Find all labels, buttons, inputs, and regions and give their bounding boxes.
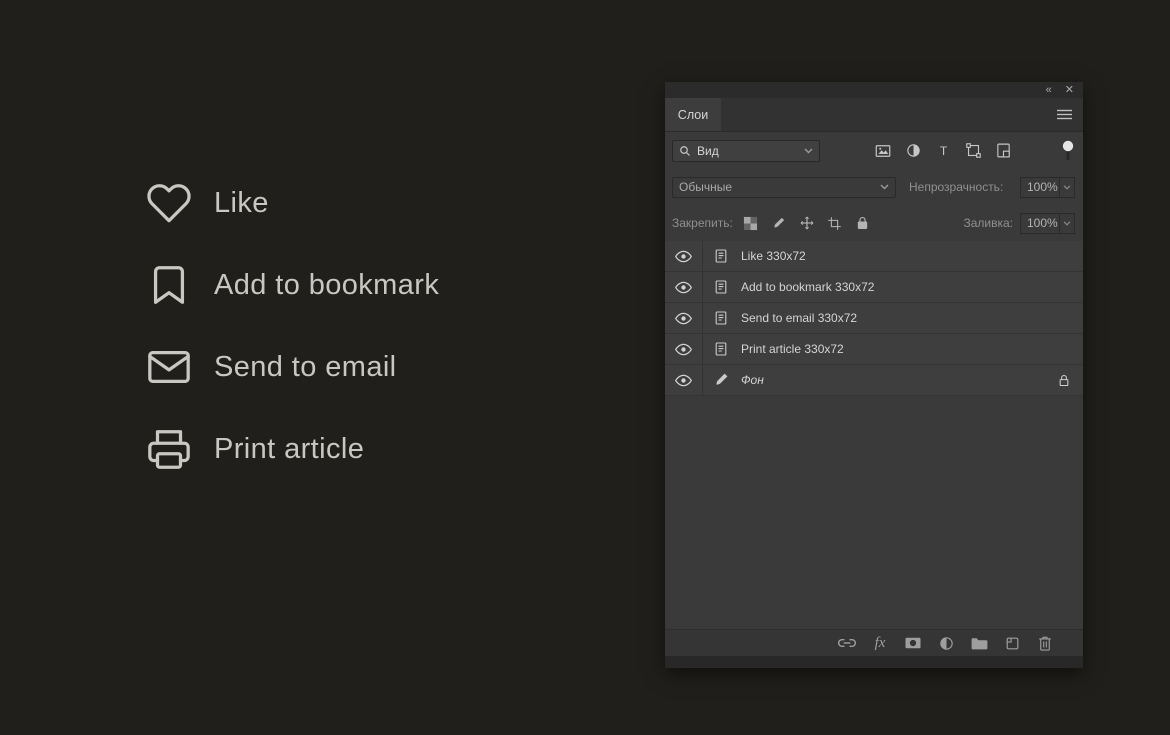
heart-icon: [144, 178, 194, 228]
artboard-item-bookmark: Add to bookmark: [144, 244, 439, 326]
artboard-label: Send to email: [214, 350, 397, 383]
artboard-label: Like: [214, 186, 269, 219]
layers-panel: « ✕ Слои Вид T Обычные Непрозрачность: 1…: [665, 82, 1083, 668]
printer-icon: [144, 424, 194, 474]
delete-layer-trash-icon[interactable]: [1035, 633, 1055, 653]
opacity-control: 100%: [1020, 176, 1075, 198]
layer-name[interactable]: Like 330x72: [741, 249, 806, 263]
smart-object-thumbnail-icon[interactable]: [703, 310, 739, 326]
fill-dropdown-icon[interactable]: [1060, 212, 1075, 234]
panel-titlebar: « ✕: [665, 82, 1083, 98]
layer-row[interactable]: Print article 330x72: [665, 334, 1083, 365]
layer-name[interactable]: Add to bookmark 330x72: [741, 280, 874, 294]
layer-list: Like 330x72 Add to bookmark 330x72 Send …: [665, 241, 1083, 396]
smart-object-thumbnail-icon[interactable]: [703, 341, 739, 357]
layer-name[interactable]: Send to email 330x72: [741, 311, 857, 325]
filter-smart-object-icon[interactable]: [993, 141, 1013, 161]
lock-buttons: [743, 215, 871, 231]
mail-icon: [144, 342, 194, 392]
visibility-eye-icon[interactable]: [665, 334, 703, 364]
lock-transparency-icon[interactable]: [743, 215, 759, 231]
collapse-panel-icon[interactable]: «: [1046, 84, 1052, 96]
visibility-eye-icon[interactable]: [665, 303, 703, 333]
link-layers-icon[interactable]: [837, 633, 857, 653]
layer-row[interactable]: Like 330x72: [665, 241, 1083, 272]
chevron-down-icon: [880, 184, 889, 190]
smart-object-thumbnail-icon[interactable]: [703, 279, 739, 295]
artboard-item-print: Print article: [144, 408, 439, 490]
bookmark-icon: [144, 260, 194, 310]
visibility-eye-icon[interactable]: [665, 365, 703, 395]
layer-row[interactable]: Add to bookmark 330x72: [665, 272, 1083, 303]
layer-name[interactable]: Фон: [741, 373, 764, 387]
fill-control: 100%: [1020, 212, 1075, 234]
lock-row: Закрепить: Заливка: 100%: [665, 205, 1083, 241]
artboard-item-email: Send to email: [144, 326, 439, 408]
filter-kind-icons: T: [873, 141, 1013, 161]
tabbar-spacer: [721, 98, 1045, 131]
filter-shape-layer-icon[interactable]: [963, 141, 983, 161]
visibility-eye-icon[interactable]: [665, 241, 703, 271]
panel-menu-icon[interactable]: [1045, 98, 1083, 131]
add-layer-mask-icon[interactable]: [903, 633, 923, 653]
filtering-toggle[interactable]: [1062, 138, 1074, 164]
new-group-folder-icon[interactable]: [969, 633, 989, 653]
svg-text:T: T: [939, 144, 947, 158]
filter-type-value: Вид: [697, 143, 719, 158]
new-layer-icon[interactable]: [1002, 633, 1022, 653]
close-panel-icon[interactable]: ✕: [1065, 84, 1074, 96]
layer-lock-icon[interactable]: [1058, 374, 1070, 387]
lock-all-icon[interactable]: [855, 215, 871, 231]
lock-pixels-icon[interactable]: [771, 215, 787, 231]
adjustment-layer-icon[interactable]: [936, 633, 956, 653]
panel-resize-edge[interactable]: [665, 656, 1083, 668]
opacity-label: Непрозрачность:: [909, 180, 1004, 194]
artboard-label: Print article: [214, 432, 365, 465]
layer-list-empty-area: [665, 396, 1083, 629]
artboard-item-like: Like: [144, 162, 439, 244]
chevron-down-icon: [804, 148, 813, 154]
photoshop-workspace: Like Add to bookmark Send to email Print…: [0, 0, 1170, 735]
artboard-label: Add to bookmark: [214, 268, 440, 301]
brush-thumbnail-icon[interactable]: [703, 372, 739, 388]
fill-label: Заливка:: [963, 216, 1013, 230]
blend-mode-value: Обычные: [679, 180, 733, 194]
layers-footer-toolbar: fx: [665, 629, 1083, 656]
blend-mode-select[interactable]: Обычные: [672, 176, 896, 198]
filter-adjustment-layer-icon[interactable]: [903, 141, 923, 161]
layer-row[interactable]: Send to email 330x72: [665, 303, 1083, 334]
fill-input[interactable]: 100%: [1020, 212, 1060, 234]
layer-name[interactable]: Print article 330x72: [741, 342, 844, 356]
filter-pixel-layer-icon[interactable]: [873, 141, 893, 161]
layer-row-background[interactable]: Фон: [665, 365, 1083, 396]
blend-mode-row: Обычные Непрозрачность: 100%: [665, 169, 1083, 205]
visibility-eye-icon[interactable]: [665, 272, 703, 302]
panel-tabbar: Слои: [665, 98, 1083, 132]
layer-filter-row: Вид T: [665, 132, 1083, 169]
lock-position-icon[interactable]: [799, 215, 815, 231]
layer-style-fx-icon[interactable]: fx: [870, 633, 890, 653]
tab-layers[interactable]: Слои: [665, 98, 721, 131]
search-icon: [679, 145, 691, 157]
artboard: Like Add to bookmark Send to email Print…: [144, 162, 439, 490]
filter-type-layer-icon[interactable]: T: [933, 141, 953, 161]
lock-artboard-icon[interactable]: [827, 215, 843, 231]
opacity-input[interactable]: 100%: [1020, 176, 1060, 198]
lock-label: Закрепить:: [672, 216, 733, 230]
smart-object-thumbnail-icon[interactable]: [703, 248, 739, 264]
opacity-dropdown-icon[interactable]: [1060, 176, 1075, 198]
filter-type-select[interactable]: Вид: [672, 139, 820, 162]
